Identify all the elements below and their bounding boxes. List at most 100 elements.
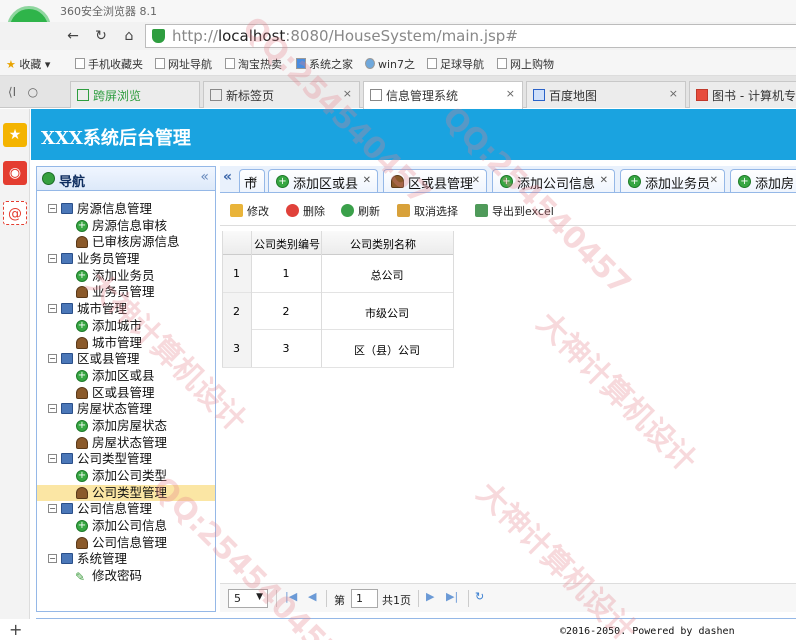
nav-item-label: 已审核房源信息 [92,234,180,250]
browser-tab[interactable]: 跨屏浏览 [70,81,200,108]
home-icon[interactable]: ⌂ [120,27,138,45]
collapse-toggle-icon[interactable]: − [48,454,57,464]
collapse-toggle-icon[interactable]: − [48,204,57,213]
browser-title-bar: 360安全浏览器 8.1 [0,0,796,22]
nav-item[interactable]: + 添加业务员 [37,268,215,285]
add-icon: + [76,419,88,432]
content-tab[interactable]: + 添加区或县 ✕ [268,169,378,192]
nav-group[interactable]: − 业务员管理 [37,251,215,268]
export-excel-button[interactable]: 导出到excel [475,203,554,219]
back-icon[interactable]: ← [64,27,82,45]
delete-button[interactable]: 删除 [286,203,325,219]
collapse-toggle-icon[interactable]: − [48,354,57,364]
weibo-icon[interactable]: ◉ [3,161,27,185]
favorite-item[interactable]: 淘宝热卖 [225,56,282,72]
scroll-left-icon[interactable]: « [223,169,232,185]
nav-group[interactable]: − 房屋状态管理 [37,401,215,418]
favorite-item[interactable]: 网上购物 [497,56,554,72]
user-icon [76,336,88,349]
nav-item[interactable]: ✎ 修改密码 [37,568,215,585]
table-row[interactable]: 2 2 市级公司 [222,292,454,330]
browser-tab[interactable]: 新标签页 × [203,81,360,108]
nav-group[interactable]: − 公司信息管理 [37,501,215,518]
close-icon[interactable]: ✕ [600,175,608,186]
nav-item[interactable]: 业务员管理 [37,284,215,301]
nav-item[interactable]: + 添加公司类型 [37,468,215,485]
table-row[interactable]: 3 3 区（县）公司 [222,330,454,368]
close-icon[interactable]: × [669,87,678,100]
nav-item[interactable]: 城市管理 [37,335,215,352]
collapse-toggle-icon[interactable]: − [48,254,57,264]
nav-item[interactable]: + 添加城市 [37,318,215,335]
nav-item[interactable]: + 房源信息审核 [37,218,215,235]
page-number-input[interactable]: 1 [351,589,378,608]
content-tab[interactable]: 区或县管理 ✕ [383,169,487,192]
favorites-star-item[interactable]: ★ 收藏 ▾ [6,56,50,72]
nav-item[interactable]: + 添加区或县 [37,368,215,385]
favorite-item[interactable]: 系统之家 [296,56,353,72]
add-icon: + [76,520,88,533]
nav-item-label: 添加城市 [92,317,143,333]
favorite-item[interactable]: 手机收藏夹 [75,56,143,72]
address-bar[interactable]: http://localhost:8080/HouseSystem/main.j… [145,24,796,48]
refresh-button[interactable]: 刷新 [341,203,380,219]
user-icon [76,436,88,449]
cell-type-name: 市级公司 [365,306,409,320]
column-header-id[interactable]: 公司类别编号 [254,236,320,252]
content-tab[interactable]: + 添加公司信息 ✕ [492,169,615,192]
add-icon[interactable]: + [9,620,22,639]
edit-button[interactable]: 修改 [230,203,269,219]
nav-item[interactable]: + 添加公司信息 [37,518,215,535]
favorite-item[interactable]: 网址导航 [155,56,212,72]
prev-page-icon[interactable]: ◀ [308,590,316,603]
browser-tab[interactable]: 百度地图 × [526,81,686,108]
nav-group-label: 房源信息管理 [77,201,153,216]
close-icon[interactable]: ✕ [250,175,258,186]
favorite-item[interactable]: 足球导航 [427,56,484,72]
nav-group[interactable]: − 城市管理 [37,301,215,318]
nav-group[interactable]: − 公司类型管理 [37,451,215,468]
nav-item[interactable]: 房屋状态管理 [37,435,215,452]
nav-group[interactable]: − 系统管理 [37,551,215,568]
nav-item[interactable]: 公司类型管理 [37,484,215,502]
column-header-name[interactable]: 公司类别名称 [350,236,416,252]
reload-icon[interactable]: ↻ [475,590,484,603]
nav-item[interactable]: + 添加房屋状态 [37,418,215,435]
content-tab[interactable]: + 添加房 [730,169,796,192]
reload-icon[interactable]: ↻ [92,27,110,45]
content-tab[interactable]: 市 ✕ [239,169,265,192]
row-number: 3 [233,342,240,355]
unselect-button[interactable]: 取消选择 [397,203,458,219]
collapse-toggle-icon[interactable]: − [48,404,57,414]
close-icon[interactable]: ✕ [472,175,480,186]
close-icon[interactable]: ✕ [363,175,371,186]
collapse-toggle-icon[interactable]: − [48,504,57,514]
nav-header: 导航 « [37,167,215,191]
nav-item[interactable]: 已审核房源信息 [37,234,215,251]
page-size-select[interactable]: 5 ▼ [228,589,268,608]
nav-group[interactable]: − 房源信息管理 [37,201,215,218]
close-icon[interactable]: ✕ [710,175,718,186]
folder-icon [61,303,73,315]
favorite-item[interactable]: win7之 [365,56,415,72]
favorites-star-icon[interactable]: ★ [3,123,27,147]
close-icon[interactable]: × [343,87,352,100]
url-text[interactable]: http://localhost:8080/HouseSystem/main.j… [172,27,518,45]
content-tab[interactable]: + 添加业务员 ✕ [620,169,725,192]
last-page-icon[interactable]: ▶| [446,590,458,603]
undo-icon [397,204,410,217]
close-icon[interactable]: × [506,87,515,100]
nav-item[interactable]: 公司信息管理 [37,535,215,552]
nav-group[interactable]: − 区或县管理 [37,351,215,368]
nav-item[interactable]: 区或县管理 [37,385,215,402]
browser-tab[interactable]: 图书 - 计算机专业 [689,81,796,108]
collapse-toggle-icon[interactable]: − [48,304,57,314]
next-page-icon[interactable]: ▶ [426,590,434,603]
table-row[interactable]: 1 1 总公司 [222,255,454,293]
first-page-icon[interactable]: |◀ [285,590,297,603]
collapse-toggle-icon[interactable]: − [48,554,57,564]
browser-tab-active[interactable]: 信息管理系统 × [363,81,523,109]
mail-icon[interactable]: @ [3,201,27,225]
collapse-icon[interactable]: « [200,169,209,185]
tab-history-icon[interactable]: ⟨I ○ [8,85,38,99]
